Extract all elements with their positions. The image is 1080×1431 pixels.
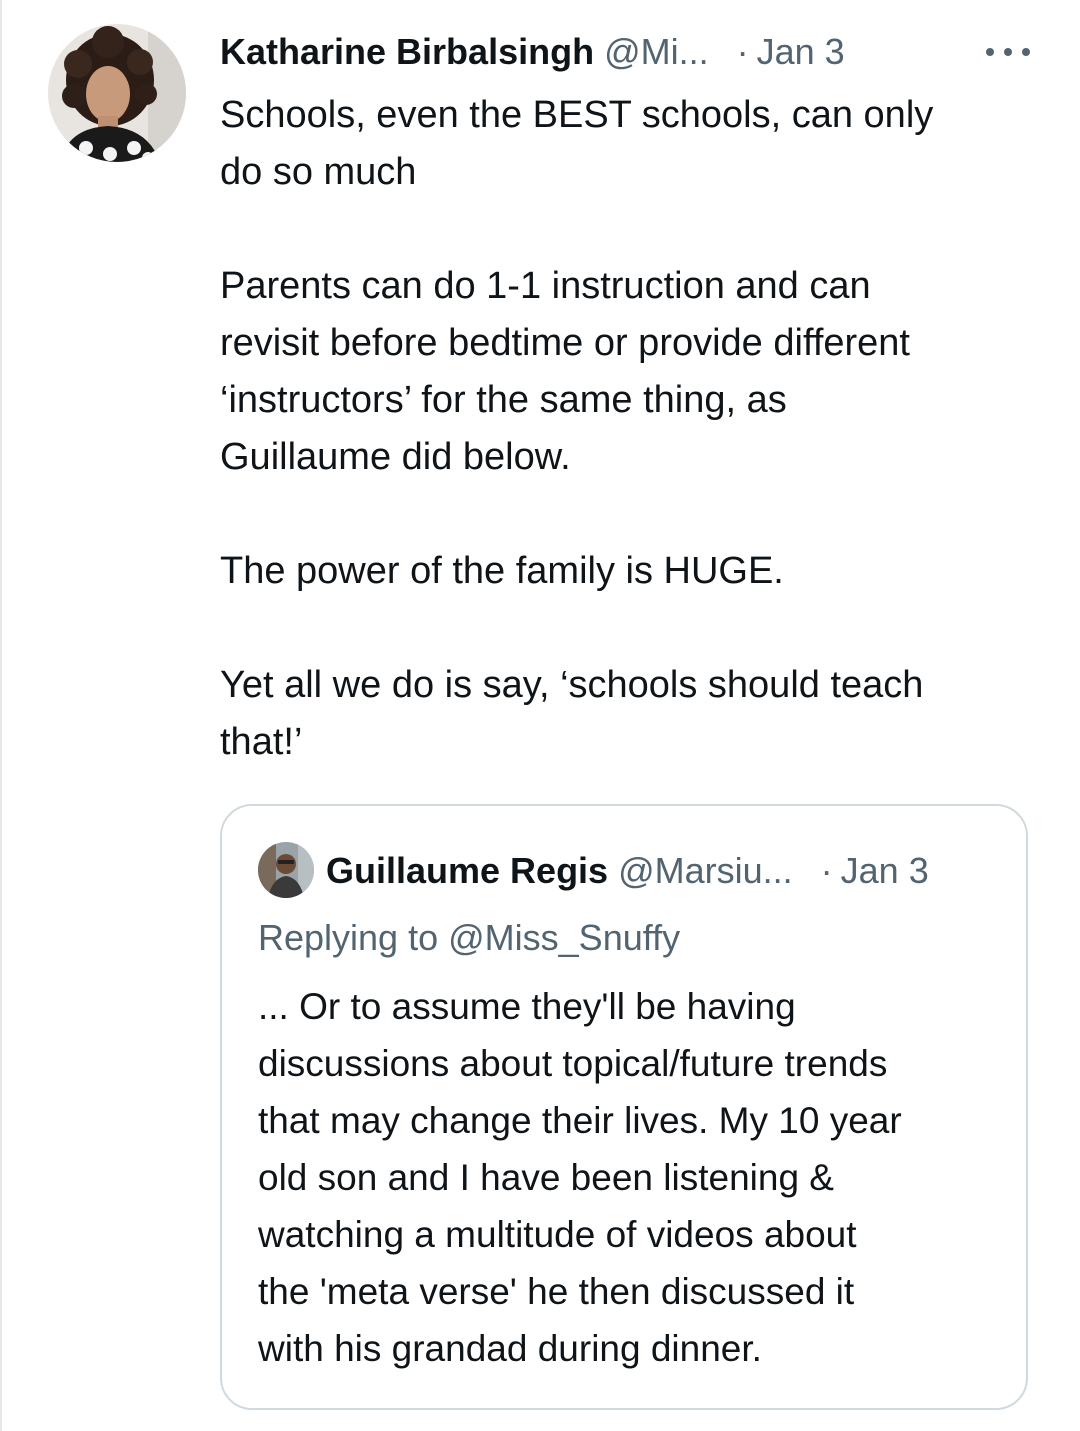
tweet-text-line: revisit before bedtime or provide differ… [220,322,910,364]
separator-dot: · [820,850,833,891]
quoted-text-line: watching a multitude of videos about [258,1214,857,1255]
tweet-text-line: that!’ [220,721,303,763]
replying-to: Replying to @Miss_Snuffy [258,910,680,966]
author-avatar[interactable] [48,24,186,162]
quoted-tweet-text: ... Or to assume they'll be having discu… [258,978,1006,1377]
quoted-tweet-date[interactable]: Jan 3 [841,850,929,892]
author-name[interactable]: Katharine Birbalsingh [220,31,594,73]
tweet-text-line: The power of the family is HUGE. [220,550,784,592]
replying-to-mention[interactable]: @Miss_Snuffy [448,917,680,958]
tweet-text-line: Parents can do 1-1 instruction and can [220,265,871,307]
tweet-text-line: do so much [220,151,417,193]
tweet-text-line: Yet all we do is say, ‘schools should te… [220,664,924,706]
tweet: Katharine Birbalsingh @Mi... · Jan 3 Sch… [0,0,1080,1431]
tweet-header: Katharine Birbalsingh @Mi... · Jan 3 [220,22,1040,82]
separator-dot: · [736,31,749,72]
quoted-author-avatar[interactable] [258,842,314,898]
quoted-text-line: discussions about topical/future trends [258,1043,888,1084]
quoted-author-handle[interactable]: @Marsiu... [618,850,793,892]
more-horizontal-icon[interactable] [986,37,1030,67]
tweet-text-line: ‘instructors’ for the same thing, as [220,379,787,421]
tweet-text-line: Schools, even the BEST schools, can only [220,94,934,136]
quoted-text-line: ... Or to assume they'll be having [258,986,796,1027]
replying-to-label: Replying to [258,917,439,958]
quoted-text-line: that may change their lives. My 10 year [258,1100,902,1141]
author-handle[interactable]: @Mi... [604,31,709,73]
tweet-text: Schools, even the BEST schools, can only… [220,87,1020,771]
tweet-date[interactable]: Jan 3 [757,31,845,73]
author-avatar-image [48,24,186,162]
quoted-tweet-header: Guillaume Regis @Marsiu... · Jan 3 [326,842,1006,900]
more-dot [1004,48,1012,56]
quoted-text-line: the 'meta verse' he then discussed it [258,1271,855,1312]
quoted-author-name[interactable]: Guillaume Regis [326,850,608,892]
quoted-text-line: with his grandad during dinner. [258,1328,762,1369]
quoted-text-line: old son and I have been listening & [258,1157,834,1198]
tweet-text-line: Guillaume did below. [220,436,571,478]
quoted-author-avatar-image [258,842,314,898]
more-dot [1022,48,1030,56]
more-dot [986,48,994,56]
quoted-tweet[interactable]: Guillaume Regis @Marsiu... · Jan 3 Reply… [220,804,1028,1410]
